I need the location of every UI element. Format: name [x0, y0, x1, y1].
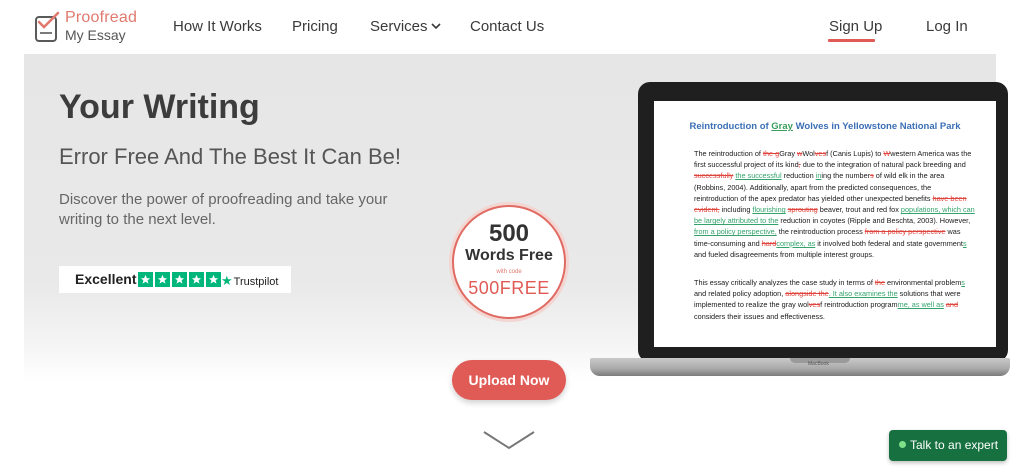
trustpilot-brand-text: Trustpilot [233, 276, 279, 288]
laptop-brand-label: MacBook [808, 361, 829, 367]
star-icon [206, 272, 221, 287]
free-words-badge: 500 Words Free with code 500FREE [452, 205, 566, 319]
trustpilot-stars [138, 272, 221, 287]
logo[interactable]: Proofread My Essay [34, 9, 154, 45]
nav-sign-up[interactable]: Sign Up [829, 18, 882, 35]
talk-to-expert-button[interactable]: Talk to an expert [889, 430, 1007, 461]
laptop-screen: Reintroduction of Gray Wolves in Yellows… [654, 101, 996, 347]
upload-now-button[interactable]: Upload Now [452, 360, 566, 400]
trustpilot-logo: ★Trustpilot [221, 273, 278, 289]
top-navigation: Proofread My Essay How It Works Pricing … [0, 0, 1024, 54]
star-icon [155, 272, 170, 287]
chevron-down-icon[interactable] [483, 430, 535, 450]
hero-title: Your Writing [59, 88, 260, 126]
trustpilot-widget[interactable]: Excellent ★Trustpilot [59, 266, 291, 293]
chat-label: Talk to an expert [910, 438, 999, 452]
notepad-check-icon [35, 11, 60, 42]
nav-pricing[interactable]: Pricing [292, 18, 338, 35]
document-title-after: Wolves in Yellowstone National Park [792, 121, 961, 132]
document-title-before: Reintroduction of [689, 121, 772, 132]
logo-text-line1: Proofread [65, 9, 138, 26]
hero-subtitle: Error Free And The Best It Can Be! [59, 144, 401, 169]
nav-services[interactable]: Services [370, 18, 428, 35]
badge-promo-code: 500FREE [468, 278, 550, 298]
page: Proofread My Essay How It Works Pricing … [0, 0, 1024, 472]
nav-contact-us[interactable]: Contact Us [470, 18, 544, 35]
hero-description: Discover the power of proofreading and t… [59, 191, 388, 228]
star-icon [138, 272, 153, 287]
nav-how-it-works[interactable]: How It Works [173, 18, 262, 35]
document-paragraph-2: This essay critically analyzes the case … [694, 278, 965, 321]
star-icon [172, 272, 187, 287]
trustpilot-rating-label: Excellent [75, 271, 137, 287]
document-paragraph-1: The reintroduction of the gGray wWolvesf… [694, 149, 975, 259]
trustpilot-star-icon: ★ [221, 273, 233, 288]
logo-text-line2: My Essay [65, 27, 126, 43]
nav-log-in[interactable]: Log In [926, 18, 968, 35]
badge-words: Words Free [465, 247, 553, 264]
sign-up-underline [828, 39, 875, 42]
document-title-highlight: Gray [771, 121, 793, 132]
document-title: Reintroduction of Gray Wolves in Yellows… [654, 121, 996, 132]
badge-code-label: with code [496, 269, 522, 275]
star-icon [189, 272, 204, 287]
chevron-down-icon[interactable] [430, 19, 442, 33]
online-status-icon [899, 441, 906, 449]
badge-number: 500 [488, 220, 530, 247]
